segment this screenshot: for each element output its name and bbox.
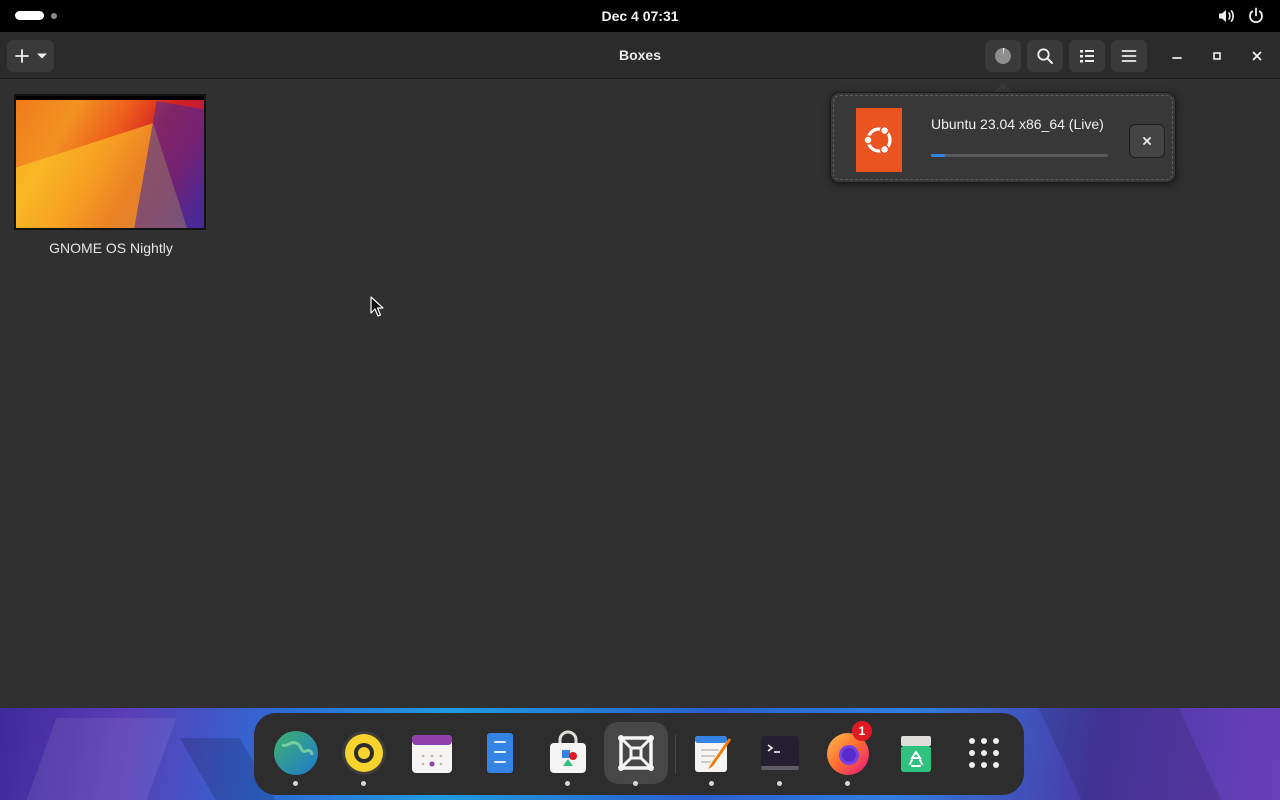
close-icon [1143, 137, 1151, 145]
dock: 1 [254, 713, 1024, 795]
search-button[interactable] [1027, 40, 1063, 72]
dock-item-firefox[interactable]: 1 [818, 721, 878, 786]
view-toggle-button[interactable] [1069, 40, 1105, 72]
downloads-button[interactable] [985, 40, 1021, 72]
running-indicator [709, 781, 714, 786]
window-title: Boxes [618, 47, 662, 63]
recycle-bin-icon [901, 736, 931, 772]
files-icon [487, 733, 513, 773]
dock-item-web-browser[interactable] [266, 722, 326, 786]
dock-item-recycle-bin[interactable] [886, 722, 946, 784]
header-bar: Boxes [0, 32, 1280, 79]
text-editor-icon [695, 736, 731, 772]
dropdown-arrow-icon [36, 53, 47, 59]
globe-icon [274, 731, 318, 775]
volume-icon[interactable] [1216, 6, 1236, 26]
download-progress-fill [931, 154, 946, 157]
machine-item[interactable]: GNOME OS Nightly [14, 94, 208, 256]
hamburger-menu-icon [1121, 50, 1137, 62]
download-row: Ubuntu 23.04 x86_64 (Live) [833, 95, 1173, 180]
dock-item-app-grid[interactable] [954, 722, 1014, 784]
boxes-icon [618, 735, 654, 771]
close-icon [1252, 51, 1262, 61]
shopping-bag-icon [550, 730, 586, 773]
new-machine-button[interactable] [7, 40, 54, 72]
search-icon [1037, 48, 1053, 64]
maximize-button[interactable] [1205, 44, 1229, 68]
maximize-icon [1213, 52, 1221, 60]
running-indicator [633, 781, 638, 786]
power-icon[interactable] [1246, 6, 1266, 26]
top-bar: Dec 4 07:31 [0, 0, 1280, 32]
dock-item-boxes[interactable] [604, 722, 668, 786]
workspace-indicator [51, 12, 57, 19]
downloads-progress-icon [995, 47, 1011, 64]
download-title: Ubuntu 23.04 x86_64 (Live) [931, 116, 1104, 132]
close-button[interactable] [1245, 44, 1269, 68]
workspace-indicator-active [15, 11, 44, 20]
cancel-download-button[interactable] [1129, 124, 1165, 158]
dock-item-files[interactable] [470, 722, 530, 784]
dock-item-terminal[interactable] [750, 722, 810, 786]
list-view-icon [1080, 50, 1094, 63]
machine-name: GNOME OS Nightly [49, 240, 173, 256]
dock-item-software[interactable] [538, 722, 598, 786]
dock-item-calendar[interactable] [402, 722, 462, 784]
dock-separator [675, 735, 676, 773]
activities-button[interactable] [15, 11, 57, 20]
dock-item-rhythmbox[interactable] [334, 722, 394, 786]
download-progress-bar [931, 154, 1108, 157]
speaker-icon [342, 731, 386, 775]
wallpaper-facet [1038, 708, 1222, 800]
minimize-icon [1172, 57, 1182, 59]
app-grid-icon [969, 738, 999, 768]
downloads-popover: Ubuntu 23.04 x86_64 (Live) [830, 92, 1176, 183]
terminal-icon [761, 736, 799, 770]
running-indicator [293, 781, 298, 786]
running-indicator [565, 781, 570, 786]
wallpaper-facet [23, 718, 177, 800]
running-indicator [361, 781, 366, 786]
thumbnail-top-bar [16, 96, 204, 100]
running-indicator [777, 781, 782, 786]
notification-badge: 1 [852, 721, 872, 741]
add-icon [14, 49, 29, 63]
machine-thumbnail[interactable] [14, 94, 206, 230]
system-tray[interactable] [1216, 6, 1266, 26]
main-menu-button[interactable] [1111, 40, 1147, 72]
mouse-cursor-icon [370, 296, 384, 317]
running-indicator [845, 781, 850, 786]
minimize-button[interactable] [1165, 44, 1189, 68]
dock-item-text-editor[interactable] [682, 722, 742, 786]
ubuntu-logo-icon [856, 108, 902, 172]
clock[interactable]: Dec 4 07:31 [560, 0, 720, 32]
calendar-icon [412, 735, 452, 773]
